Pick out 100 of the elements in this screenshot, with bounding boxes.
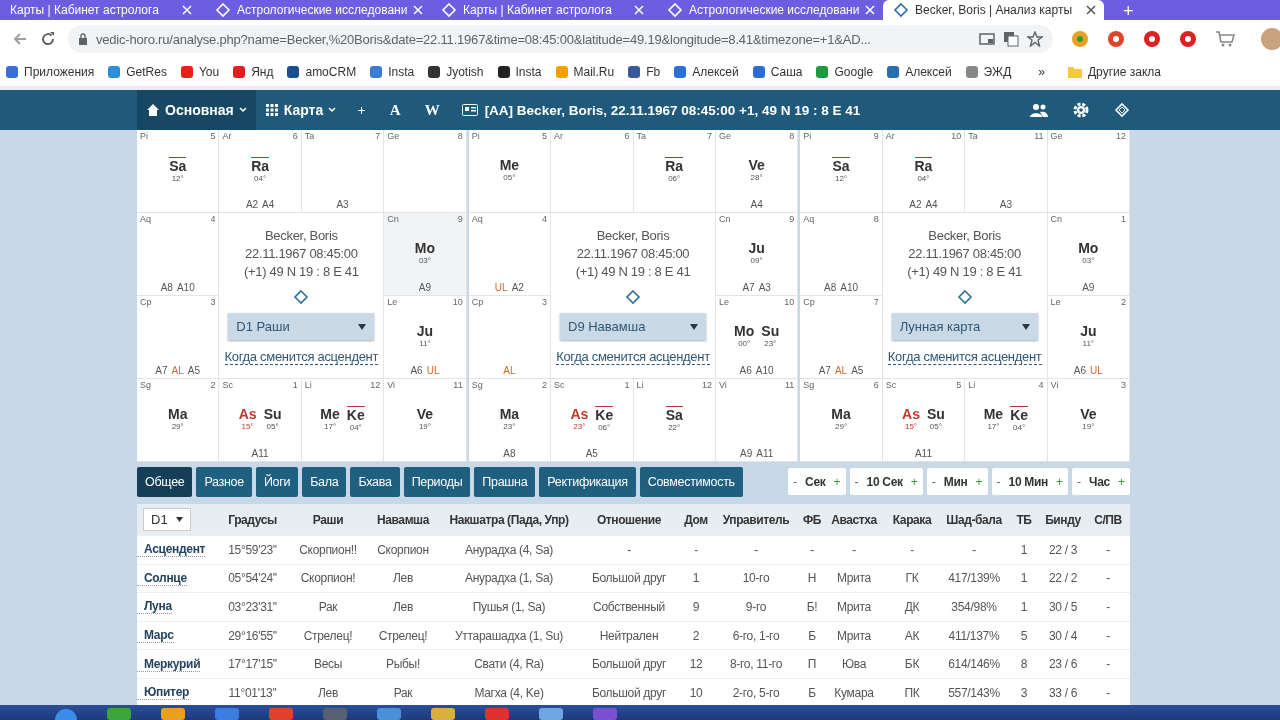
ascendant-change-link[interactable]: Когда сменится асцендент xyxy=(556,349,710,365)
section-tab[interactable]: Бала xyxy=(302,466,347,497)
chart-house[interactable]: Ar 6 Ra 04° A2 A4 xyxy=(219,130,302,213)
diamond-icon[interactable] xyxy=(956,289,973,305)
chart-house[interactable]: Ta 11 A3 xyxy=(965,130,1048,213)
chart-house[interactable]: Cn 9 Mo 03° A9 xyxy=(384,213,467,296)
toolbar-button[interactable]: A xyxy=(377,90,413,130)
more-bookmarks-button[interactable]: » xyxy=(1038,65,1045,79)
extension-icon[interactable] xyxy=(1107,30,1125,48)
chart-type-select[interactable]: D9 Навамша xyxy=(560,313,706,340)
chart-house[interactable]: Sc 1 As 23° Ke 06° A5 xyxy=(551,379,634,462)
chart-house[interactable]: Li 4 Me 17° Ke 04° xyxy=(965,379,1048,462)
chart-house[interactable]: Vi 3 Ve 19° xyxy=(1047,379,1130,462)
chart-house[interactable]: Sc 1 As 15° Su 05° A11 xyxy=(219,379,302,462)
planet-link[interactable]: Асцендент xyxy=(137,542,206,558)
browser-tab[interactable]: Астрологические исследовани xyxy=(205,0,426,20)
time-stepper[interactable]: - Сек + xyxy=(788,468,846,495)
chart-house[interactable]: Le 2 Ju 11° A6 UL xyxy=(1047,296,1130,379)
bookmark-icon[interactable] xyxy=(427,65,442,79)
chart-house[interactable]: Ar 10 Ra 04° A2 A4 xyxy=(882,130,966,213)
section-tab[interactable]: Бхава xyxy=(350,466,400,497)
diamond-icon[interactable] xyxy=(293,289,310,305)
increment-button[interactable]: + xyxy=(1056,474,1064,489)
chart-house[interactable]: Ge 12 xyxy=(1047,130,1130,213)
chart-house[interactable]: Vi 11 A9 A11 xyxy=(715,379,799,462)
decrement-button[interactable]: - xyxy=(931,474,936,489)
users-icon[interactable] xyxy=(1030,103,1048,117)
chart-house[interactable]: Aq 8 A8 A10 xyxy=(800,213,883,296)
section-tab[interactable]: Общее xyxy=(137,466,193,497)
section-tab[interactable]: Ректификация xyxy=(539,466,636,497)
bookmark-link[interactable]: Алексей xyxy=(905,65,952,79)
planet-link[interactable]: Луна xyxy=(137,599,172,615)
chart-house[interactable]: Cn 1 Mo 03° A9 xyxy=(1047,213,1130,296)
section-tab[interactable]: Периоды xyxy=(403,466,471,497)
increment-button[interactable]: + xyxy=(1118,474,1125,489)
bookmark-link[interactable]: Янд xyxy=(251,65,274,79)
chart-house[interactable]: Ge 8 Ve 28° A4 xyxy=(715,130,799,213)
nav-menu[interactable]: Карта xyxy=(255,90,346,130)
section-tab[interactable]: Разное xyxy=(196,466,252,497)
ascendant-change-link[interactable]: Когда сменится асцендент xyxy=(887,349,1042,365)
chart-house[interactable]: Aq 4 UL A2 xyxy=(468,213,552,296)
extension-icon[interactable] xyxy=(1179,30,1197,48)
chart-house[interactable]: Cp 7 A7 AL A5 xyxy=(800,296,883,379)
toolbar-button[interactable]: + xyxy=(345,90,378,130)
bookmark-link[interactable]: GetRes xyxy=(126,65,167,79)
bookmark-link[interactable]: Insta xyxy=(515,65,542,79)
section-tab[interactable]: Прашна xyxy=(474,466,536,497)
nav-menu[interactable]: Основная xyxy=(137,90,256,130)
chart-select[interactable]: D1 xyxy=(143,508,191,531)
bookmark-icon[interactable] xyxy=(286,65,301,79)
time-stepper[interactable]: - 10 Мин + xyxy=(991,468,1069,495)
section-tab[interactable]: Йоги xyxy=(255,466,299,497)
start-orb-icon[interactable] xyxy=(55,708,77,720)
bookmark-link[interactable]: amoCRM xyxy=(305,65,357,79)
chart-house[interactable]: Pi 5 Me 05° xyxy=(468,130,552,213)
section-tab[interactable]: Совместимость xyxy=(639,466,743,497)
planet-link[interactable]: Меркурий xyxy=(137,656,201,672)
increment-button[interactable]: + xyxy=(975,474,983,489)
cart-icon[interactable] xyxy=(1215,30,1235,48)
back-icon[interactable] xyxy=(12,31,28,47)
new-tab-button[interactable]: + xyxy=(1123,2,1134,20)
chart-house[interactable]: Sg 2 Ma 29° xyxy=(137,379,220,462)
decrement-button[interactable]: - xyxy=(854,474,859,489)
decrement-button[interactable]: - xyxy=(996,474,1001,489)
chart-house[interactable]: Cn 9 Ju 09° A7 A3 xyxy=(715,213,799,296)
toolbar-button[interactable]: W xyxy=(412,90,452,130)
chart-house[interactable]: Aq 4 A8 A10 xyxy=(137,213,220,296)
ascendant-change-link[interactable]: Когда сменится асцендент xyxy=(224,349,379,365)
time-stepper[interactable]: - 10 Сек + xyxy=(849,468,923,495)
settings-icon[interactable] xyxy=(1072,101,1090,119)
browser-tab[interactable]: Карты | Кабинет астролога xyxy=(431,0,652,20)
chart-house[interactable]: Li 12 Me 17° Ke 04° xyxy=(301,379,385,462)
chart-house[interactable]: Cp 3 AL xyxy=(468,296,552,379)
chart-house[interactable]: Ta 7 A3 xyxy=(301,130,385,213)
extension-icon[interactable] xyxy=(1071,30,1089,48)
bookmark-link[interactable]: Fb xyxy=(646,65,661,79)
planet-link[interactable]: Солнце xyxy=(137,570,187,586)
bookmark-folder[interactable]: Другие закла xyxy=(1088,65,1161,79)
extension-icon[interactable] xyxy=(1143,30,1161,48)
bookmark-link[interactable]: Приложения xyxy=(24,65,95,79)
chart-house[interactable]: Le 10 Ju 11° A6 UL xyxy=(384,296,467,379)
chart-house[interactable]: Ge 8 xyxy=(384,130,467,213)
chart-house[interactable]: Vi 11 Ve 19° xyxy=(384,379,467,462)
bookmark-link[interactable]: Саша xyxy=(770,65,803,79)
chart-type-select[interactable]: D1 Раши xyxy=(228,313,375,340)
bookmark-link[interactable]: Jyotish xyxy=(446,65,484,79)
bookmark-link[interactable]: ЭЖД xyxy=(983,65,1012,79)
bookmark-link[interactable]: Google xyxy=(834,65,874,79)
chart-house[interactable]: Pi 9 Sa 12° xyxy=(800,130,883,213)
bookmark-link[interactable]: Mail.Ru xyxy=(573,65,615,79)
chart-house[interactable]: Sg 6 Ma 29° xyxy=(800,379,883,462)
bookmark-icon[interactable] xyxy=(496,65,511,79)
planet-link[interactable]: Марс xyxy=(137,628,174,644)
reload-icon[interactable] xyxy=(40,31,56,47)
bookmark-icon[interactable] xyxy=(627,65,642,79)
increment-button[interactable]: + xyxy=(833,474,841,489)
browser-tab[interactable]: Becker, Boris | Анализ карты xyxy=(883,0,1104,20)
decrement-button[interactable]: - xyxy=(793,474,798,489)
star-icon[interactable] xyxy=(1027,31,1043,47)
bookmark-link[interactable]: Insta xyxy=(388,65,415,79)
